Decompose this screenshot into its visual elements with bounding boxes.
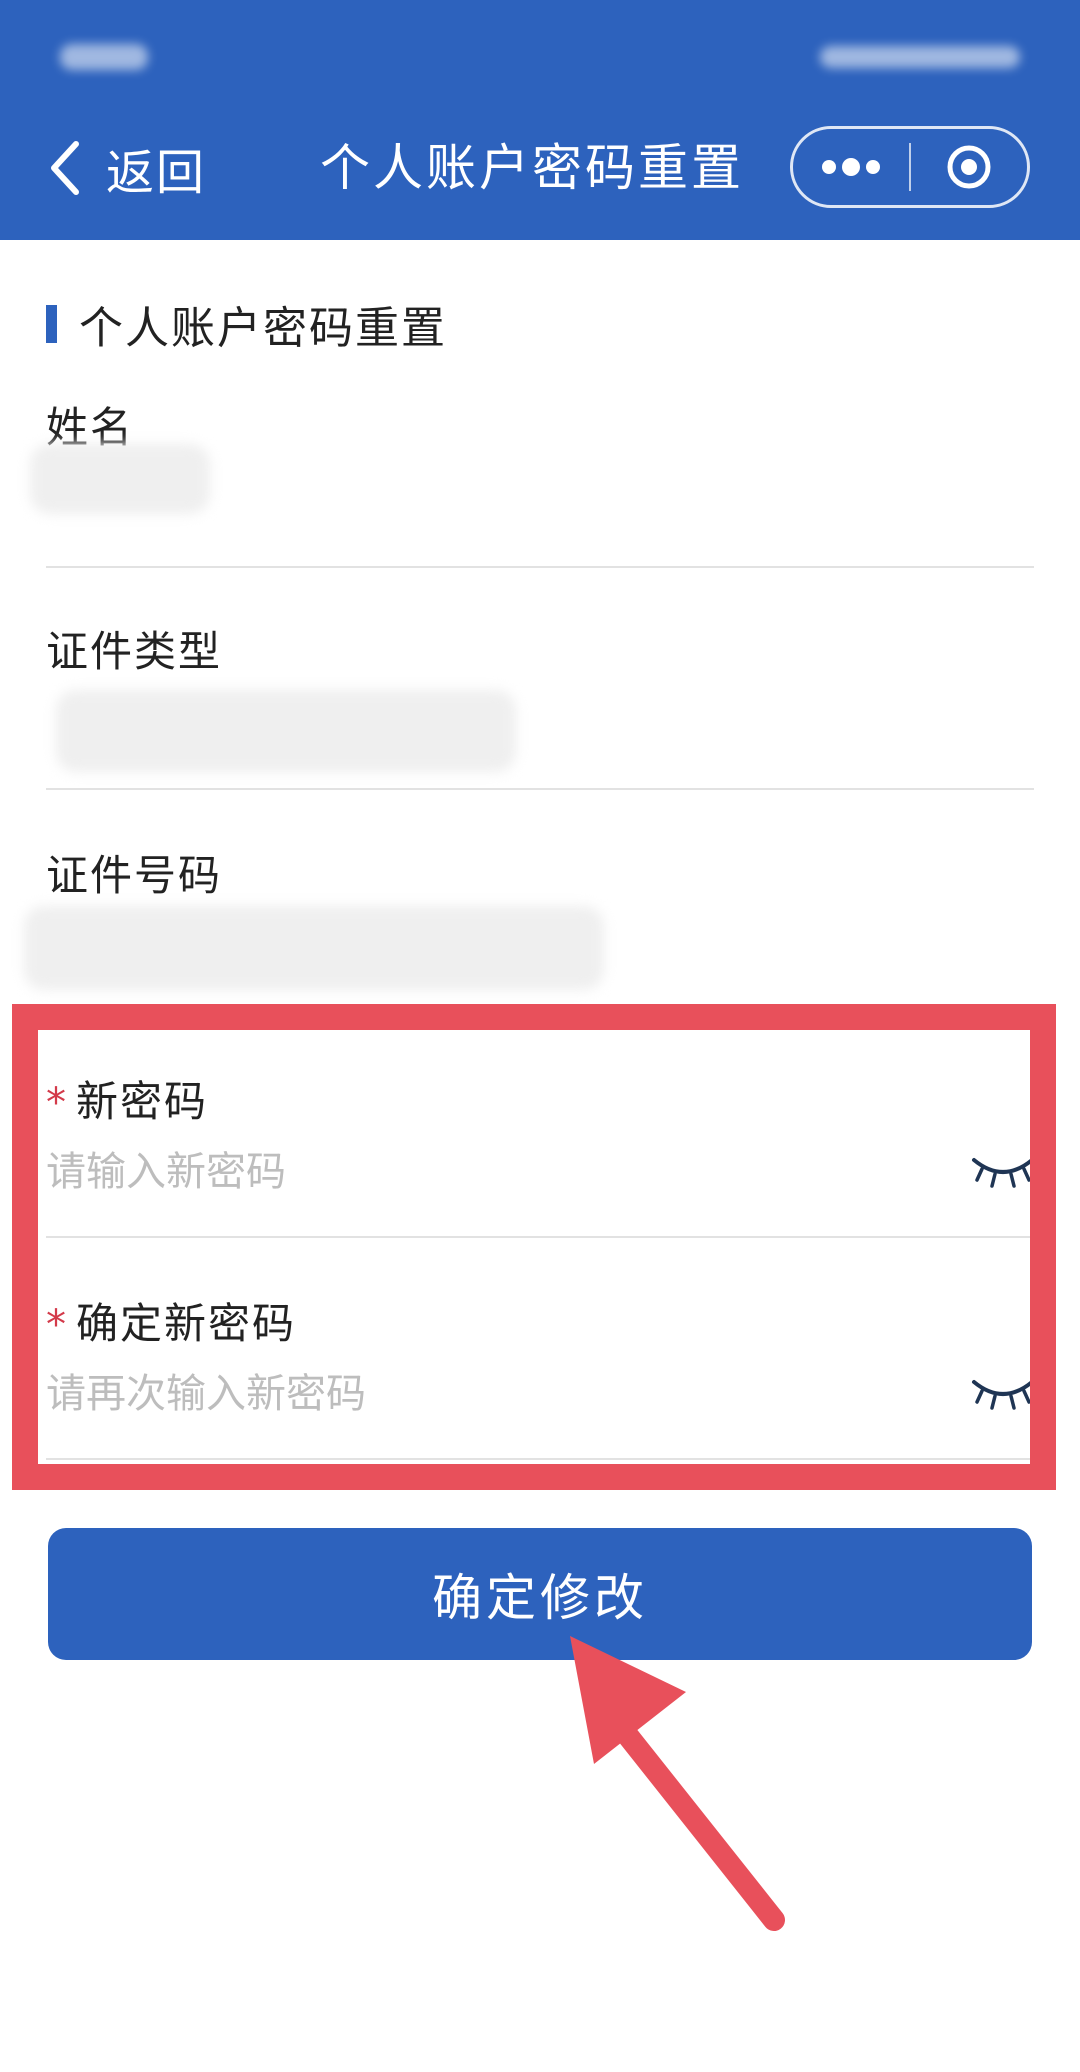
- id-type-value-redacted: [56, 690, 516, 772]
- chevron-left-icon: [51, 141, 79, 195]
- password-reset-page: 返回 个人账户密码重置 个人账户密码重置 姓名 证件类型 证件号码 * 新密码 …: [0, 0, 1080, 2072]
- highlight-box: [12, 1004, 1056, 1490]
- nav-bar: 返回 个人账户密码重置: [0, 0, 1080, 240]
- close-miniprogram-button[interactable]: [911, 129, 1027, 205]
- mini-program-capsule: [790, 126, 1030, 208]
- page-title: 个人账户密码重置: [320, 139, 744, 197]
- section-title: 个人账户密码重置: [79, 303, 447, 354]
- field-divider: [46, 566, 1034, 568]
- section-heading: 个人账户密码重置: [46, 298, 447, 354]
- section-accent-bar: [46, 305, 57, 343]
- more-dots-icon: [822, 158, 880, 176]
- back-button[interactable]: 返回: [44, 128, 206, 208]
- status-bar-right-blurred: [820, 46, 1020, 68]
- arrow-up-left-icon: [570, 1636, 785, 1931]
- name-value-redacted: [30, 444, 210, 514]
- id-type-label: 证件类型: [46, 627, 223, 676]
- more-button[interactable]: [793, 129, 909, 205]
- id-number-label: 证件号码: [46, 851, 223, 900]
- field-divider: [46, 788, 1034, 790]
- status-bar-left-blurred: [60, 44, 148, 70]
- back-label: 返回: [106, 145, 207, 201]
- target-circle-icon: [947, 145, 991, 189]
- id-number-value-redacted: [24, 906, 604, 990]
